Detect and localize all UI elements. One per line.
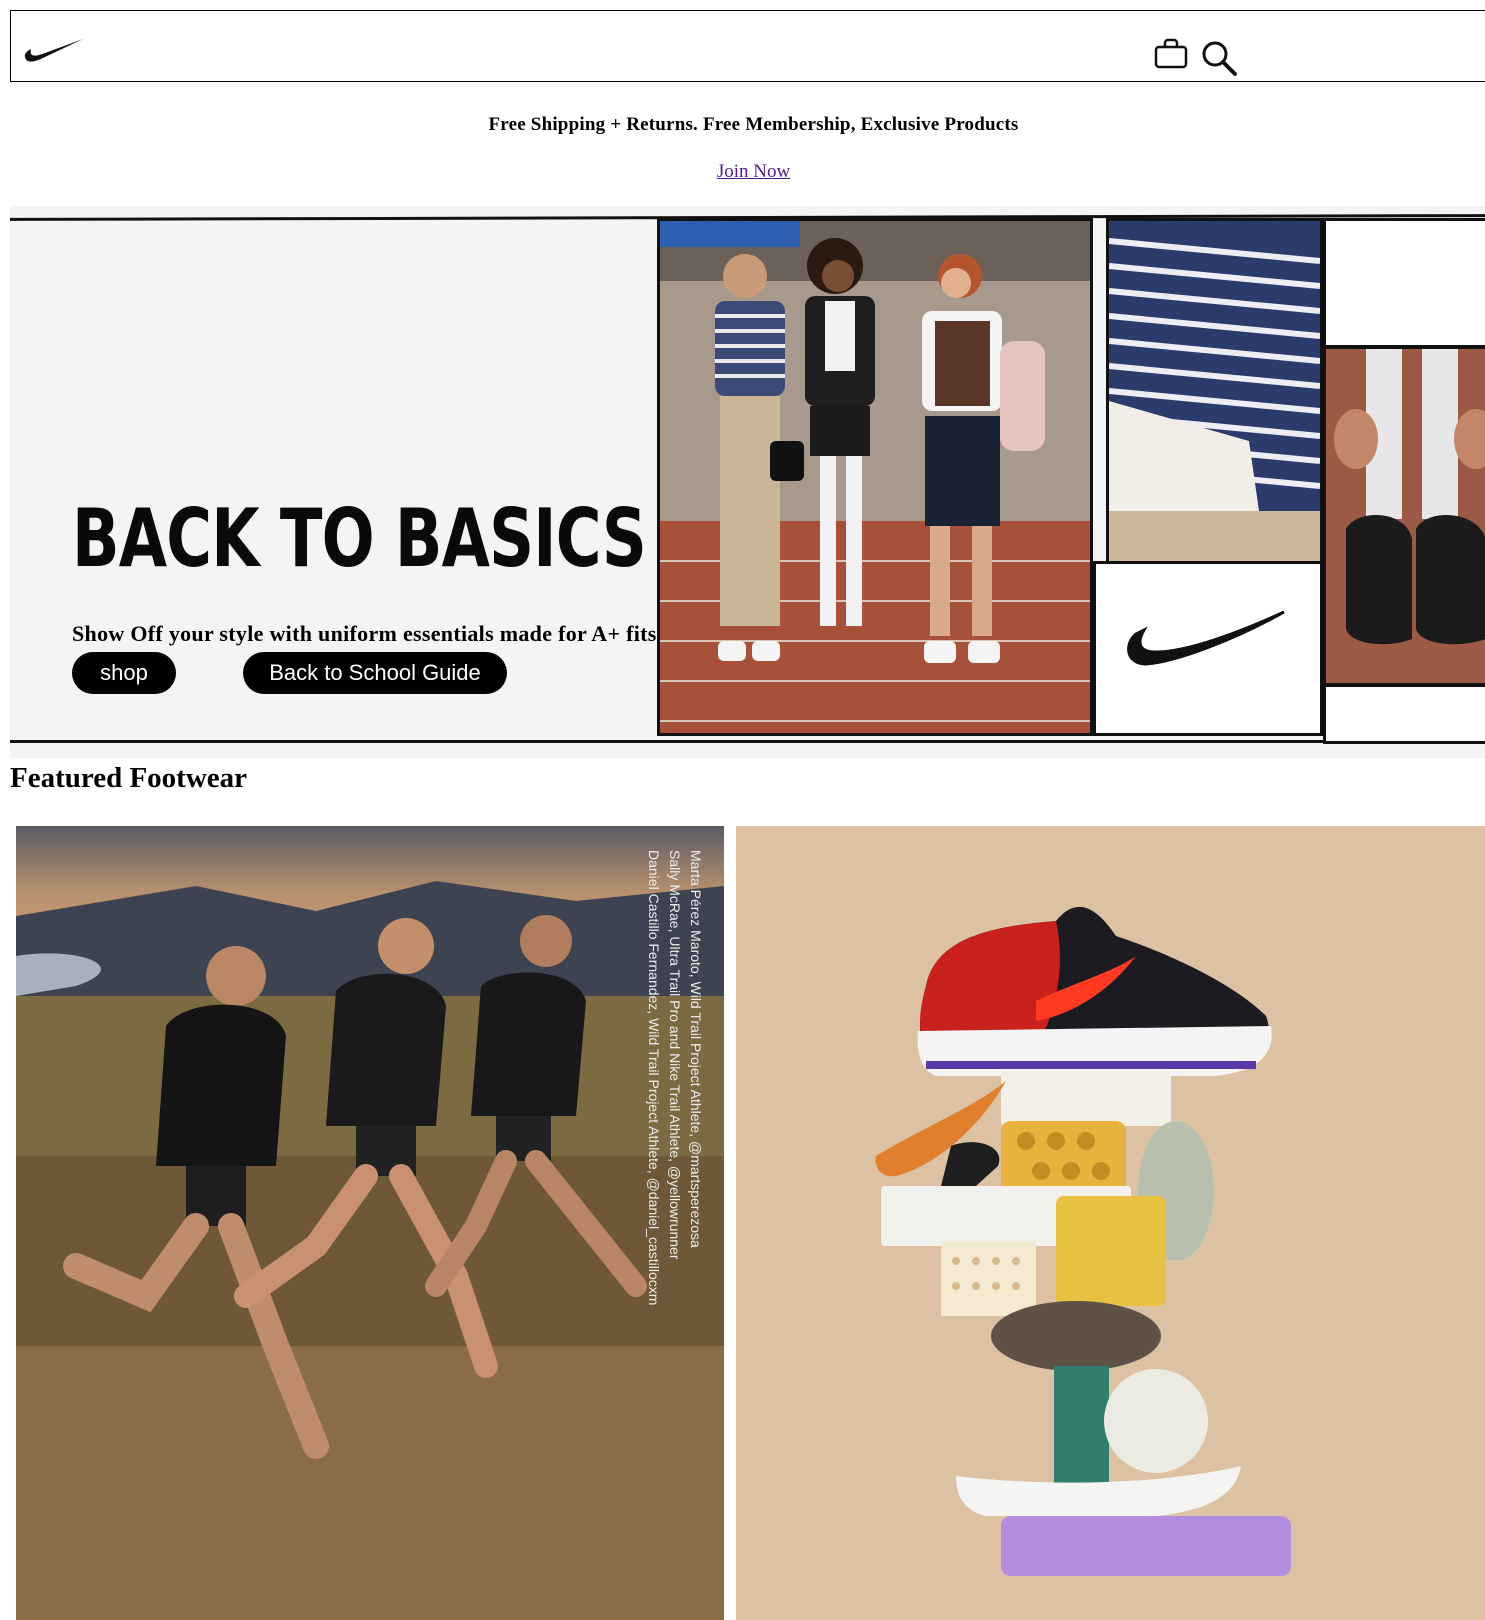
hero-frame-line <box>10 740 1485 743</box>
striped-shirt-illustration <box>1109 221 1320 565</box>
hero-striped-shirt-photo <box>1106 218 1323 568</box>
featured-card-running-shoe[interactable] <box>736 826 1485 1620</box>
hero-subtitle: Show Off your style with uniform essenti… <box>72 621 663 646</box>
socks-shoes-illustration <box>1326 349 1485 683</box>
back-to-school-guide-button[interactable]: Back to School Guide <box>243 652 507 694</box>
hero-socks-shoes-photo <box>1323 346 1485 686</box>
join-now-link[interactable]: Join Now <box>0 161 1485 183</box>
promo-banner-text: Free Shipping + Returns. Free Membership… <box>488 114 1019 135</box>
athlete-caption: Sally McRae, Ultra Trail Pro and Nike Tr… <box>667 850 683 1260</box>
hero-swoosh-panel <box>1093 561 1323 736</box>
nike-swoosh-logo[interactable] <box>23 31 85 65</box>
athlete-caption: Daniel Castillo Fernandez, Wild Trail Pr… <box>646 850 662 1306</box>
hero-empty-panel <box>1323 218 1485 348</box>
shoe-materials-stack-photo <box>736 826 1485 1620</box>
trail-runners-photo <box>16 826 724 1620</box>
shop-button[interactable]: shop <box>72 652 176 694</box>
hero-empty-panel <box>1323 684 1485 744</box>
athlete-caption: Marta Pérez Maroto, Wild Trail Project A… <box>688 850 704 1248</box>
hero-title: BACK TO BASICS <box>72 492 647 585</box>
hero-banner: BACK TO BASICS Show Off your style with … <box>10 206 1485 758</box>
swoosh-scribble-icon <box>1127 610 1285 666</box>
site-header <box>10 10 1485 82</box>
students-illustration <box>660 221 1090 733</box>
featured-card-trail-runners[interactable]: Marta Pérez Maroto, Wild Trail Project A… <box>16 826 724 1620</box>
shopping-bag-icon[interactable] <box>1154 38 1188 70</box>
hero-students-photo <box>657 218 1093 736</box>
search-icon[interactable] <box>1200 39 1238 77</box>
featured-footwear-heading: Featured Footwear <box>10 762 248 794</box>
